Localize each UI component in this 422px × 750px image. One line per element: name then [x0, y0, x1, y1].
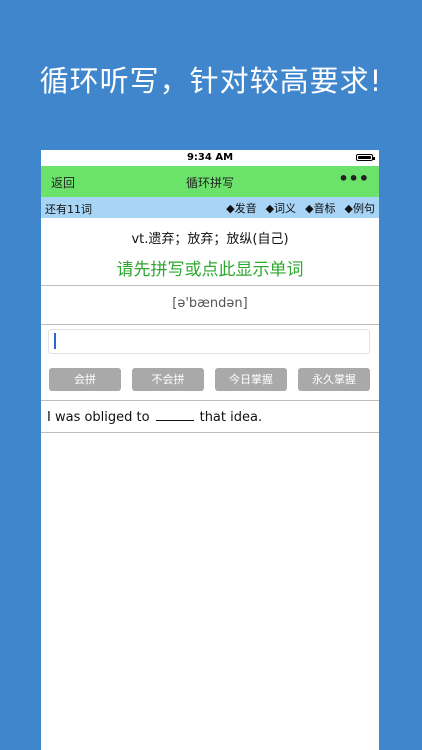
- nav-bar: 返回 循环拼写 •••: [41, 166, 379, 197]
- battery-fill: [358, 156, 371, 159]
- toggle-example[interactable]: ◆例句: [345, 200, 375, 216]
- cannot-spell-button[interactable]: 不会拼: [132, 368, 204, 391]
- option-toolbar: 还有11词 ◆发音 ◆词义 ◆音标 ◆例句: [41, 197, 379, 218]
- more-icon[interactable]: •••: [338, 169, 369, 188]
- remaining-count: 还有11词: [45, 203, 92, 216]
- example-blank: [155, 409, 194, 421]
- nav-title: 循环拼写: [185, 176, 234, 190]
- toggle-pronunciation[interactable]: ◆发音: [226, 200, 256, 216]
- reveal-word-button[interactable]: 请先拼写或点此显示单词: [41, 255, 379, 280]
- example-after: that idea.: [199, 410, 263, 425]
- mastered-today-button[interactable]: 今日掌握: [215, 368, 287, 391]
- phone-screen: 9:34 AM 返回 循环拼写 ••• 还有11词 ◆发音 ◆词义 ◆音标 ◆例…: [41, 150, 379, 750]
- toggle-meaning[interactable]: ◆词义: [266, 200, 296, 216]
- promo-title: 循环听写，针对较高要求!: [39, 64, 383, 98]
- mastered-forever-button[interactable]: 永久掌握: [298, 368, 370, 391]
- spell-input[interactable]: [48, 329, 370, 354]
- toggle-phonetic[interactable]: ◆音标: [305, 200, 335, 216]
- word-meaning: vt.遗弃；放弃；放纵(自己): [131, 232, 289, 247]
- battery-icon: [356, 154, 375, 161]
- status-time: 9:34 AM: [186, 152, 234, 163]
- can-spell-button[interactable]: 会拼: [49, 368, 121, 391]
- status-bar: 9:34 AM: [41, 150, 379, 166]
- divider: [41, 432, 379, 433]
- example-sentence: I was obliged to that idea.: [47, 409, 262, 425]
- example-before: I was obliged to: [47, 410, 150, 425]
- word-phonetic: [ə'bændən]: [172, 296, 248, 311]
